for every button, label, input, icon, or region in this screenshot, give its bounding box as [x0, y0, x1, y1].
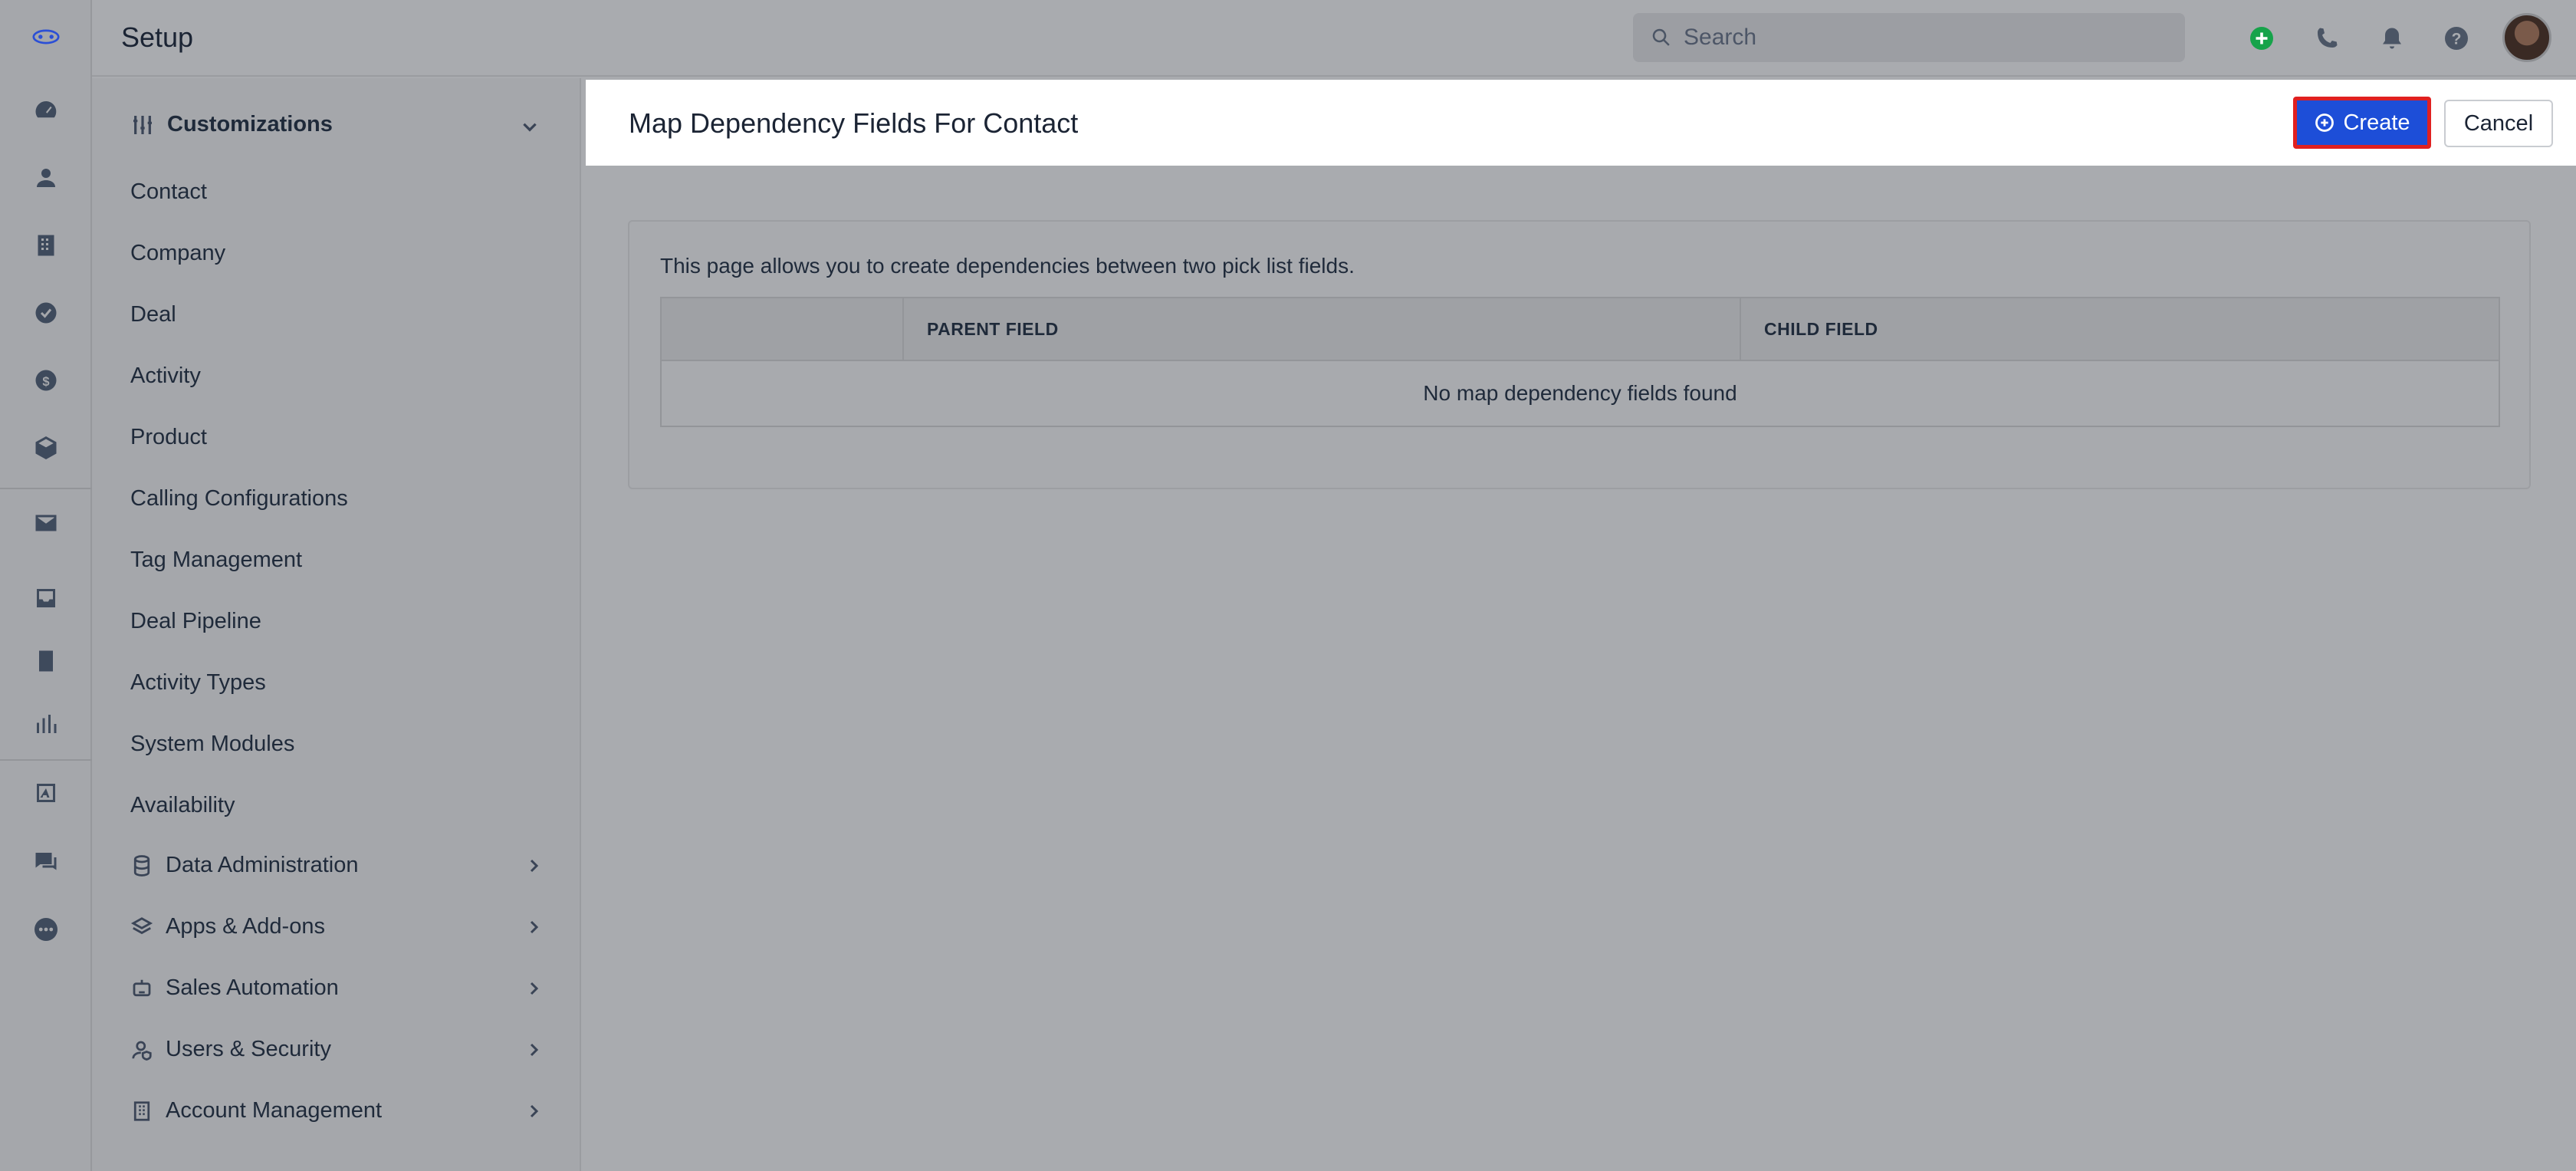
page-description: This page allows you to create dependenc…: [660, 254, 1355, 278]
page-header: Map Dependency Fields For Contact Create…: [586, 80, 2576, 166]
app-rail: $: [0, 0, 92, 1171]
sidebar-item-company[interactable]: Company: [130, 241, 225, 266]
cancel-button[interactable]: Cancel: [2444, 100, 2553, 147]
sidebar-group-account-management[interactable]: Account Management: [130, 1098, 543, 1123]
column-header-blank: [660, 297, 904, 361]
column-header-child-field: CHILD FIELD: [1740, 297, 2500, 361]
database-icon: [133, 854, 150, 877]
sidebar-item-tag-management[interactable]: Tag Management: [130, 548, 302, 573]
sidebar-item-product[interactable]: Product: [130, 425, 207, 450]
table-header-row: PARENT FIELD CHILD FIELD: [660, 297, 2500, 361]
dashboard-icon[interactable]: [31, 95, 61, 126]
settings-sidebar: Customizations Contact Company Deal Acti…: [92, 78, 581, 1171]
logo-icon[interactable]: [31, 21, 61, 52]
more-icon[interactable]: [31, 914, 61, 945]
sidebar-group-label: Account Management: [166, 1098, 383, 1123]
sidebar-group-users-security[interactable]: Users & Security: [130, 1037, 543, 1062]
customizations-header[interactable]: Customizations: [130, 112, 333, 137]
sidebar-item-system-modules[interactable]: System Modules: [130, 732, 294, 757]
contacts-icon[interactable]: [31, 163, 61, 193]
user-shield-icon: [132, 1041, 152, 1061]
add-icon[interactable]: [2246, 23, 2277, 54]
plus-circle-icon: [2315, 113, 2334, 132]
column-header-parent-field: PARENT FIELD: [902, 297, 1741, 361]
sidebar-item-contact[interactable]: Contact: [130, 179, 207, 205]
search-box[interactable]: [1633, 13, 2185, 62]
tasks-check-icon[interactable]: [31, 298, 61, 328]
avatar[interactable]: [2502, 13, 2551, 62]
empty-state-message: No map dependency fields found: [660, 360, 2500, 427]
top-bar: Setup ?: [92, 0, 2576, 77]
robot-icon: [133, 979, 151, 996]
chevron-right-icon: [530, 982, 539, 995]
sidebar-group-sales-automation[interactable]: Sales Automation: [130, 975, 543, 1001]
sidebar-group-apps-add-ons[interactable]: Apps & Add-ons: [130, 914, 543, 939]
table-row: No map dependency fields found: [660, 360, 2500, 427]
search-icon: [1652, 28, 1670, 46]
sidebar-item-deal-pipeline[interactable]: Deal Pipeline: [130, 609, 261, 634]
phone-book-icon[interactable]: [31, 646, 61, 676]
customizations-label: Customizations: [167, 112, 333, 137]
sliders-icon: [133, 115, 152, 134]
chevron-right-icon: [530, 920, 539, 933]
inbox-icon[interactable]: [31, 583, 61, 613]
phone-icon[interactable]: [2312, 23, 2342, 54]
sidebar-item-activity[interactable]: Activity: [130, 363, 201, 389]
deals-dollar-icon[interactable]: $: [31, 365, 61, 396]
dependency-card: This page allows you to create dependenc…: [628, 220, 2531, 489]
dependency-table: PARENT FIELD CHILD FIELD No map dependen…: [660, 297, 2500, 427]
sidebar-group-data-administration[interactable]: Data Administration: [130, 853, 543, 878]
chevron-right-icon: [530, 1043, 539, 1056]
chevron-right-icon: [530, 859, 539, 872]
sidebar-group-label: Data Administration: [166, 853, 359, 877]
sidebar-group-label: Apps & Add-ons: [166, 914, 325, 939]
page-title: Map Dependency Fields For Contact: [629, 107, 1079, 139]
sidebar-group-label: Users & Security: [166, 1037, 331, 1061]
layers-icon: [130, 916, 153, 934]
app-title: Setup: [121, 21, 194, 53]
products-box-icon[interactable]: [31, 433, 61, 463]
chevron-down-icon[interactable]: [520, 117, 540, 137]
sidebar-item-calling-configurations[interactable]: Calling Configurations: [130, 486, 348, 511]
mail-icon[interactable]: [31, 508, 61, 538]
chevron-right-icon: [530, 1104, 539, 1117]
sidebar-item-availability[interactable]: Availability: [130, 793, 235, 818]
companies-icon[interactable]: [31, 230, 61, 261]
building-icon: [133, 1100, 150, 1121]
create-button[interactable]: Create: [2293, 97, 2431, 149]
reports-icon[interactable]: [31, 709, 61, 739]
sidebar-item-activity-types[interactable]: Activity Types: [130, 670, 266, 696]
automation-icon[interactable]: [31, 778, 61, 808]
chat-icon[interactable]: [31, 847, 61, 877]
svg-text:$: $: [42, 375, 49, 389]
search-input[interactable]: [1684, 25, 2144, 51]
help-icon[interactable]: ?: [2441, 23, 2472, 54]
sidebar-item-deal[interactable]: Deal: [130, 302, 176, 327]
create-button-label: Create: [2343, 110, 2410, 135]
sidebar-group-label: Sales Automation: [166, 975, 339, 1000]
bell-icon[interactable]: [2377, 23, 2407, 54]
svg-text:?: ?: [2452, 31, 2462, 48]
